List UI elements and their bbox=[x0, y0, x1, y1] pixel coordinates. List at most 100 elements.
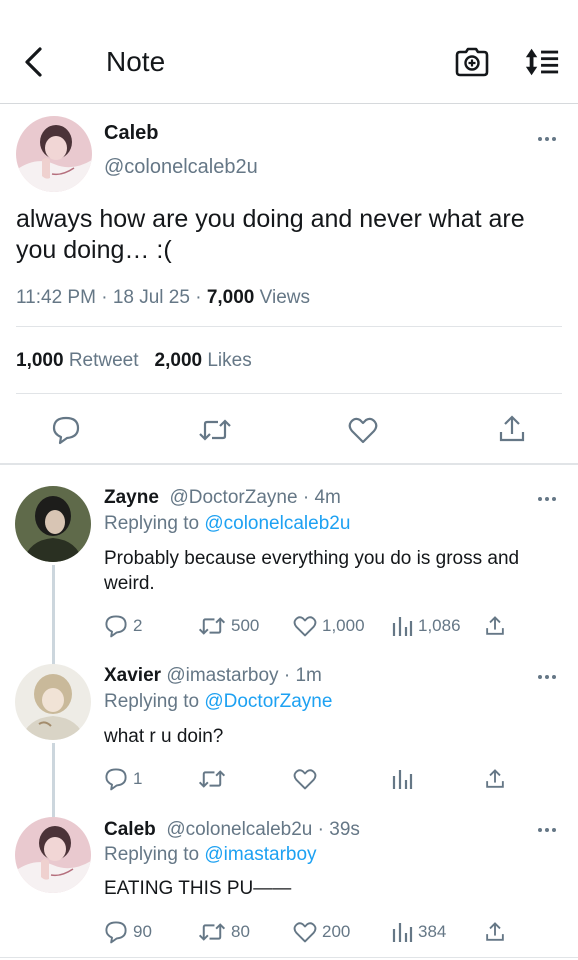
replying-prefix: Replying to bbox=[104, 844, 200, 865]
share-button[interactable] bbox=[485, 919, 505, 945]
like-icon bbox=[348, 417, 378, 444]
more-options-button[interactable] bbox=[535, 823, 559, 837]
reply-button[interactable]: 1 bbox=[104, 766, 142, 792]
reply-author-name[interactable]: Zayne bbox=[104, 487, 159, 508]
views-chart-icon bbox=[392, 617, 413, 636]
more-options-button[interactable] bbox=[535, 132, 559, 146]
views-button[interactable]: 384 bbox=[391, 919, 446, 945]
sort-list-icon bbox=[525, 48, 559, 76]
reply-header: Zayne @DoctorZayne · 4m bbox=[104, 487, 341, 508]
divider bbox=[0, 957, 578, 958]
author-name[interactable]: Caleb bbox=[104, 120, 158, 146]
avatar[interactable] bbox=[15, 664, 91, 740]
reply-text: what r u doin? bbox=[104, 726, 224, 747]
reply-time: 1m bbox=[295, 665, 322, 686]
more-dot-icon bbox=[552, 137, 556, 141]
reply-icon bbox=[105, 768, 127, 791]
retweet-button[interactable]: 500 bbox=[198, 613, 259, 639]
reply-button[interactable]: 90 bbox=[104, 919, 152, 945]
like-count: 1,000 bbox=[322, 616, 365, 635]
avatar-caleb-image bbox=[16, 116, 92, 192]
replying-prefix: Replying to bbox=[104, 513, 200, 534]
retweet-count: 500 bbox=[231, 616, 260, 635]
views-button[interactable]: 1,086 bbox=[391, 613, 461, 639]
reply-time: 4m bbox=[314, 487, 341, 508]
retweet-button[interactable] bbox=[198, 414, 232, 446]
more-dot-icon bbox=[552, 497, 556, 501]
replying-to-link[interactable]: @DoctorZayne bbox=[204, 691, 332, 712]
retweet-button[interactable]: 80 bbox=[198, 919, 250, 945]
avatar[interactable] bbox=[15, 486, 91, 562]
views-button[interactable] bbox=[391, 766, 418, 792]
reply-actions: 1 bbox=[104, 766, 524, 792]
retweet-count: 80 bbox=[231, 922, 250, 941]
reply-header: Xavier @imastarboy · 1m bbox=[104, 665, 322, 686]
author-handle[interactable]: @colonelcaleb2u bbox=[104, 154, 258, 180]
sort-button[interactable] bbox=[524, 44, 560, 80]
reply-button[interactable] bbox=[50, 414, 82, 446]
reply-author-handle[interactable]: @imastarboy bbox=[166, 665, 278, 686]
retweet-stat[interactable]: 1,000 Retweet bbox=[16, 350, 139, 371]
divider bbox=[16, 326, 562, 327]
replying-to: Replying to @DoctorZayne bbox=[104, 690, 332, 714]
tweet-text: always how are you doing and never what … bbox=[16, 205, 525, 264]
like-icon bbox=[293, 922, 317, 943]
replying-to-link[interactable]: @colonelcaleb2u bbox=[204, 513, 350, 534]
avatar[interactable] bbox=[15, 817, 91, 893]
share-button[interactable] bbox=[496, 413, 528, 445]
back-button[interactable] bbox=[16, 44, 50, 80]
retweet-label: Retweet bbox=[68, 350, 139, 371]
more-dot-icon bbox=[545, 675, 549, 679]
like-button[interactable]: 1,000 bbox=[293, 613, 365, 639]
camera-button[interactable] bbox=[454, 44, 490, 80]
reply-text: Probably because everything you do is gr… bbox=[104, 548, 520, 594]
share-icon bbox=[486, 922, 504, 941]
more-dot-icon bbox=[545, 497, 549, 501]
more-options-button[interactable] bbox=[535, 492, 559, 506]
reply-author-name[interactable]: Caleb bbox=[104, 819, 156, 840]
more-dot-icon bbox=[545, 828, 549, 832]
more-dot-icon bbox=[545, 137, 549, 141]
likes-count: 2,000 bbox=[154, 350, 203, 371]
reply-button[interactable]: 2 bbox=[104, 613, 142, 639]
like-button[interactable] bbox=[293, 766, 322, 792]
reply-icon bbox=[105, 615, 127, 638]
share-button[interactable] bbox=[485, 766, 505, 792]
more-dot-icon bbox=[538, 137, 542, 141]
reply-count: 2 bbox=[133, 616, 143, 635]
engagement-stats: 1,000 Retweet 2,000 Likes bbox=[16, 348, 252, 374]
retweet-icon bbox=[198, 923, 226, 941]
more-dot-icon bbox=[538, 497, 542, 501]
like-button[interactable]: 200 bbox=[293, 919, 350, 945]
reply-icon bbox=[105, 921, 127, 944]
reply-author-handle[interactable]: @DoctorZayne bbox=[169, 487, 297, 508]
section-divider bbox=[0, 463, 578, 465]
tweet-date: 18 Jul 25 bbox=[112, 287, 190, 308]
back-chevron-icon bbox=[25, 47, 42, 77]
more-dot-icon bbox=[552, 828, 556, 832]
share-icon bbox=[486, 769, 504, 788]
share-icon bbox=[499, 415, 525, 442]
reply-actions: 90 80 200 384 bbox=[104, 919, 524, 945]
reply-author-handle[interactable]: @colonelcaleb2u bbox=[166, 819, 312, 840]
more-options-button[interactable] bbox=[535, 670, 559, 684]
page-title: Note bbox=[106, 46, 166, 77]
reply-text: EATING THIS PU—— bbox=[104, 878, 292, 899]
like-button[interactable] bbox=[347, 414, 379, 446]
reply-header: Caleb @colonelcaleb2u · 39s bbox=[104, 819, 360, 840]
likes-label: Likes bbox=[207, 350, 252, 371]
replying-to: Replying to @imastarboy bbox=[104, 843, 317, 867]
reply-author-name[interactable]: Xavier bbox=[104, 665, 161, 686]
likes-stat[interactable]: 2,000 Likes bbox=[155, 350, 252, 371]
camera-icon bbox=[455, 47, 489, 77]
avatar-caleb-image bbox=[15, 817, 91, 893]
like-count: 200 bbox=[322, 922, 351, 941]
share-icon bbox=[486, 616, 504, 635]
share-button[interactable] bbox=[485, 613, 505, 639]
thread-connector bbox=[52, 565, 55, 665]
reply-icon bbox=[52, 416, 80, 445]
avatar-zayne-image bbox=[15, 486, 91, 562]
replying-to-link[interactable]: @imastarboy bbox=[204, 844, 316, 865]
avatar[interactable] bbox=[16, 116, 92, 192]
retweet-button[interactable] bbox=[198, 766, 231, 792]
